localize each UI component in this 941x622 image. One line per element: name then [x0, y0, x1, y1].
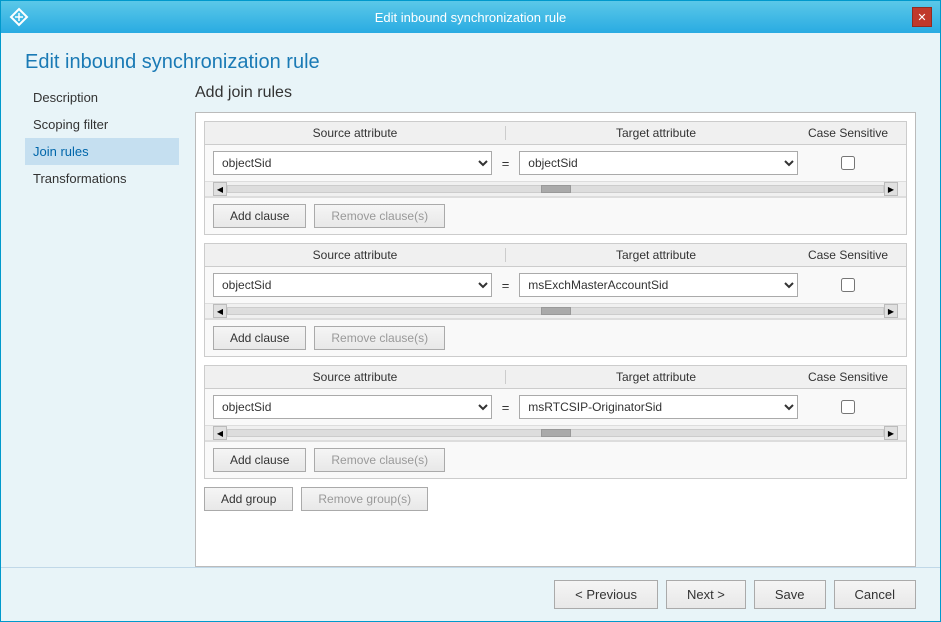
rule-group-1-header: Source attribute Target attribute Case S… — [205, 122, 906, 145]
rule-group-3-source-select-wrap: objectSid — [213, 395, 492, 419]
rule-group-3-target-select-wrap: msRTCSIP-OriginatorSid — [519, 395, 798, 419]
main-window: Edit inbound synchronization rule ✕ Edit… — [0, 0, 941, 622]
rule-group-2-target-select[interactable]: msExchMasterAccountSid — [519, 273, 798, 297]
window-icon — [9, 7, 29, 27]
sidebar-item-join-rules[interactable]: Join rules — [25, 138, 179, 165]
rule-group-1-scrollbar-track[interactable] — [227, 185, 884, 193]
rule-group-3-scrollbar[interactable]: ◀ ▶ — [205, 425, 906, 441]
section-title: Add join rules — [195, 84, 916, 102]
rule-group-3-scrollbar-track[interactable] — [227, 429, 884, 437]
rule-group-1-row: objectSid = objectSid — [205, 145, 906, 181]
rule-group-1-add-clause-button[interactable]: Add clause — [213, 204, 306, 228]
previous-button[interactable]: < Previous — [554, 580, 658, 609]
group-actions: Add group Remove group(s) — [204, 487, 907, 511]
rule-group-3-scroll-left[interactable]: ◀ — [213, 426, 227, 440]
content-area: Edit inbound synchronization rule Descri… — [1, 33, 940, 621]
rule-group-1-source-select-wrap: objectSid — [213, 151, 492, 175]
cancel-button[interactable]: Cancel — [834, 580, 916, 609]
rule-group-2-header: Source attribute Target attribute Case S… — [205, 244, 906, 267]
rule-group-3-header: Source attribute Target attribute Case S… — [205, 366, 906, 389]
rule-group-3-remove-clause-button[interactable]: Remove clause(s) — [314, 448, 445, 472]
rule-group-2-scroll-right[interactable]: ▶ — [884, 304, 898, 318]
window-title: Edit inbound synchronization rule — [29, 10, 912, 25]
rules-container: Source attribute Target attribute Case S… — [195, 112, 916, 567]
rule-group-1-target-select-wrap: objectSid — [519, 151, 798, 175]
rule-group-2-target-label: Target attribute — [506, 248, 798, 262]
rule-group-1-scrollbar[interactable]: ◀ ▶ — [205, 181, 906, 197]
rule-group-1-scroll-right[interactable]: ▶ — [884, 182, 898, 196]
rule-group-2-target-select-wrap: msExchMasterAccountSid — [519, 273, 798, 297]
rule-group-2-case-checkbox-wrap — [798, 278, 898, 292]
rule-group-3-source-label: Source attribute — [213, 370, 506, 384]
rule-group-2-scroll-left[interactable]: ◀ — [213, 304, 227, 318]
rule-group-1-actions: Add clause Remove clause(s) — [205, 197, 906, 234]
close-button[interactable]: ✕ — [912, 7, 932, 27]
rule-group-3-case-checkbox[interactable] — [841, 400, 855, 414]
main-body: Description Scoping filter Join rules Tr… — [1, 84, 940, 567]
save-button[interactable]: Save — [754, 580, 826, 609]
rule-group-1-source-select[interactable]: objectSid — [213, 151, 492, 175]
rule-group-3-source-select[interactable]: objectSid — [213, 395, 492, 419]
rule-group-2-source-select-wrap: objectSid — [213, 273, 492, 297]
rule-group-2-source-select[interactable]: objectSid — [213, 273, 492, 297]
rule-group-3-scrollbar-thumb[interactable] — [541, 429, 571, 437]
rule-group-1-case-checkbox-wrap — [798, 156, 898, 170]
rule-group-1-scrollbar-thumb[interactable] — [541, 185, 571, 193]
add-group-button[interactable]: Add group — [204, 487, 293, 511]
rule-group-2-remove-clause-button[interactable]: Remove clause(s) — [314, 326, 445, 350]
rule-group-3-add-clause-button[interactable]: Add clause — [213, 448, 306, 472]
page-title: Edit inbound synchronization rule — [1, 33, 940, 84]
sidebar: Description Scoping filter Join rules Tr… — [25, 84, 195, 567]
rule-group-2-case-checkbox[interactable] — [841, 278, 855, 292]
rule-group-1-target-label: Target attribute — [506, 126, 798, 140]
rule-group-3-case-checkbox-wrap — [798, 400, 898, 414]
rule-group-3-target-select[interactable]: msRTCSIP-OriginatorSid — [519, 395, 798, 419]
window-controls: ✕ — [912, 7, 932, 27]
rule-group-2-row: objectSid = msExchMasterAccountSid — [205, 267, 906, 303]
rule-group-2-scrollbar-track[interactable] — [227, 307, 884, 315]
rule-group-1-scroll-left[interactable]: ◀ — [213, 182, 227, 196]
rule-group-3-scroll-right[interactable]: ▶ — [884, 426, 898, 440]
rule-group-3-equals: = — [496, 400, 516, 415]
sidebar-item-transformations[interactable]: Transformations — [25, 165, 179, 192]
rule-group-2-case-label: Case Sensitive — [798, 248, 898, 262]
rule-group-1-case-label: Case Sensitive — [798, 126, 898, 140]
sidebar-item-scoping-filter[interactable]: Scoping filter — [25, 111, 179, 138]
rule-group-3-target-label: Target attribute — [506, 370, 798, 384]
rule-group-2-add-clause-button[interactable]: Add clause — [213, 326, 306, 350]
rule-group-1-case-checkbox[interactable] — [841, 156, 855, 170]
remove-group-button[interactable]: Remove group(s) — [301, 487, 428, 511]
rule-group-1-equals: = — [496, 156, 516, 171]
rule-group-2-equals: = — [496, 278, 516, 293]
rule-group-1: Source attribute Target attribute Case S… — [204, 121, 907, 235]
footer: < Previous Next > Save Cancel — [1, 567, 940, 621]
sidebar-item-description[interactable]: Description — [25, 84, 179, 111]
rule-group-2-scrollbar[interactable]: ◀ ▶ — [205, 303, 906, 319]
rule-group-3-row: objectSid = msRTCSIP-OriginatorSid — [205, 389, 906, 425]
main-content: Add join rules Source attribute Target a… — [195, 84, 916, 567]
next-button[interactable]: Next > — [666, 580, 746, 609]
rule-group-2-scrollbar-thumb[interactable] — [541, 307, 571, 315]
rule-group-1-remove-clause-button[interactable]: Remove clause(s) — [314, 204, 445, 228]
rule-group-2-actions: Add clause Remove clause(s) — [205, 319, 906, 356]
title-bar: Edit inbound synchronization rule ✕ — [1, 1, 940, 33]
rule-group-2: Source attribute Target attribute Case S… — [204, 243, 907, 357]
rule-group-3: Source attribute Target attribute Case S… — [204, 365, 907, 479]
rule-group-3-actions: Add clause Remove clause(s) — [205, 441, 906, 478]
rule-group-1-target-select[interactable]: objectSid — [519, 151, 798, 175]
rule-group-2-source-label: Source attribute — [213, 248, 506, 262]
rule-group-3-case-label: Case Sensitive — [798, 370, 898, 384]
rule-group-1-source-label: Source attribute — [213, 126, 506, 140]
